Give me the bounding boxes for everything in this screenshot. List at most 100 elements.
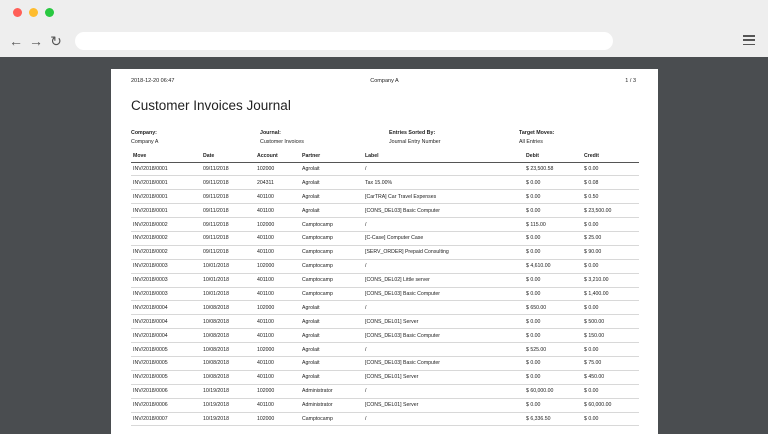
table-cell: $ 1,400.00 xyxy=(582,287,639,302)
column-header: Credit xyxy=(582,150,639,163)
table-cell: $ 650.00 xyxy=(524,300,582,316)
column-header: Account xyxy=(255,150,300,163)
forward-arrow-icon[interactable]: → xyxy=(28,33,44,49)
table-cell: Agrolait xyxy=(300,300,363,316)
info-target-moves: Target Moves: All Entries xyxy=(519,129,555,146)
table-cell: 10/08/2018 xyxy=(201,342,255,357)
reload-icon[interactable]: ↻ xyxy=(48,33,64,49)
table-row: INV/2018/0001 09/11/2018 401100 Agrolait [Ca… xyxy=(131,189,639,205)
hamburger-menu-icon[interactable] xyxy=(743,35,755,45)
info-label: Journal: xyxy=(260,130,281,136)
table-row: INV/2018/0003 10/01/2018 401100 Camptocamp[… xyxy=(131,287,639,302)
table-cell: $ 75.00 xyxy=(582,356,639,371)
close-window-button[interactable] xyxy=(13,8,22,17)
table-cell: [CarTRA] Car Travel Expenses xyxy=(363,189,524,205)
table-cell: INV/2018/0004 xyxy=(131,328,201,344)
info-label: Company: xyxy=(131,130,157,136)
table-cell: Agrolait xyxy=(300,175,363,191)
report-page: 2018-12-20 06:47 Company A 1 / 3 Custome… xyxy=(111,69,658,434)
table-cell: [CONS_DEL01] Server xyxy=(363,370,524,385)
table-cell: Camptocamp xyxy=(300,412,363,427)
table-cell: Agrolait xyxy=(300,189,363,205)
table-cell: [CONS_DEL02] Little server xyxy=(363,273,524,288)
table-row: INV/2018/0007 10/19/2018 102000 Camptocamp /… xyxy=(131,412,639,427)
info-value: Customer Invoices xyxy=(260,138,304,145)
table-row: INV/2018/0006 10/19/2018 401100 Administrat… xyxy=(131,398,639,413)
table-cell: $ 0.00 xyxy=(524,231,582,246)
table-row: INV/2018/0004 10/08/2018 401100 Agrolait [CO… xyxy=(131,328,639,344)
table-cell: 401100 xyxy=(255,287,300,302)
table-cell: [CONS_DEL01] Server xyxy=(363,314,524,330)
table-cell: INV/2018/0003 xyxy=(131,273,201,288)
table-cell: Agrolait xyxy=(300,328,363,344)
table-row: INV/2018/0001 09/11/2018 401100 Agrolait [CO… xyxy=(131,203,639,219)
table-row: INV/2018/0003 10/01/2018 102000 Camptocamp /… xyxy=(131,259,639,274)
table-cell: $ 25.00 xyxy=(582,231,639,246)
table-cell: $ 23,500.00 xyxy=(582,203,639,219)
table-cell: $ 0.08 xyxy=(582,175,639,191)
table-cell: 10/19/2018 xyxy=(201,398,255,413)
table-cell: $ 0.00 xyxy=(524,287,582,302)
table-cell: $ 0.00 xyxy=(524,356,582,371)
info-value: Company A xyxy=(131,138,159,145)
table-cell: INV/2018/0005 xyxy=(131,356,201,371)
table-cell: Camptocamp xyxy=(300,231,363,246)
table-cell: $ 500.00 xyxy=(582,314,639,330)
table-cell: Camptocamp xyxy=(300,259,363,274)
table-cell: [CONS_DEL01] Server xyxy=(363,398,524,413)
table-cell: $ 0.00 xyxy=(582,412,639,427)
table-cell: 401100 xyxy=(255,203,300,219)
table-cell: Agrolait xyxy=(300,356,363,371)
info-label: Target Moves: xyxy=(519,130,555,136)
table-cell: INV/2018/0004 xyxy=(131,300,201,316)
table-cell: 09/11/2018 xyxy=(201,245,255,260)
back-arrow-icon[interactable]: ← xyxy=(8,33,24,49)
table-row: INV/2018/0005 10/08/2018 102000 Agrolait / $ … xyxy=(131,342,639,357)
table-cell: Tax 15.00% xyxy=(363,175,524,191)
address-bar[interactable] xyxy=(75,32,613,50)
table-cell: INV/2018/0001 xyxy=(131,203,201,219)
info-value: Journal Entry Number xyxy=(389,138,441,145)
table-cell: $ 0.00 xyxy=(582,217,639,232)
table-cell: 10/01/2018 xyxy=(201,273,255,288)
table-cell: / xyxy=(363,259,524,274)
table-cell: $ 6,336.50 xyxy=(524,412,582,427)
table-cell: 09/11/2018 xyxy=(201,162,255,177)
table-cell: [CONS_DEL03] Basic Computer xyxy=(363,287,524,302)
table-row: INV/2018/0005 10/08/2018 401100 Agrolait [CO… xyxy=(131,370,639,385)
table-cell: Camptocamp xyxy=(300,273,363,288)
page-number: 1 / 3 xyxy=(625,78,636,84)
table-cell: $ 0.00 xyxy=(524,328,582,344)
minimize-window-button[interactable] xyxy=(29,8,38,17)
maximize-window-button[interactable] xyxy=(45,8,54,17)
header-company: Company A xyxy=(370,78,399,84)
table-cell: $ 525.00 xyxy=(524,342,582,357)
table-body: INV/2018/0001 09/11/2018 102000 Agrolait / $ … xyxy=(131,162,639,427)
page-viewport: 2018-12-20 06:47 Company A 1 / 3 Custome… xyxy=(0,57,768,434)
table-row: INV/2018/0002 09/11/2018 102000 Camptocamp /… xyxy=(131,217,639,232)
table-cell: $ 0.00 xyxy=(524,314,582,330)
table-cell: $ 0.00 xyxy=(582,162,639,177)
table-cell: [CONS_DEL03] Basic Computer xyxy=(363,328,524,344)
table-cell: $ 0.50 xyxy=(582,189,639,205)
table-cell: INV/2018/0005 xyxy=(131,342,201,357)
table-cell: / xyxy=(363,384,524,399)
table-cell: 401100 xyxy=(255,370,300,385)
table-cell: $ 0.00 xyxy=(524,370,582,385)
table-cell: Camptocamp xyxy=(300,245,363,260)
table-cell: 10/19/2018 xyxy=(201,384,255,399)
table-cell: INV/2018/0006 xyxy=(131,384,201,399)
table-cell: INV/2018/0003 xyxy=(131,259,201,274)
table-cell: Agrolait xyxy=(300,370,363,385)
table-cell: $ 0.00 xyxy=(582,259,639,274)
table-row: INV/2018/0002 09/11/2018 401100 Camptocamp[… xyxy=(131,231,639,246)
table-cell: $ 60,000.00 xyxy=(524,384,582,399)
table-cell: $ 450.00 xyxy=(582,370,639,385)
table-cell: INV/2018/0003 xyxy=(131,287,201,302)
table-cell: INV/2018/0006 xyxy=(131,398,201,413)
info-value: All Entries xyxy=(519,138,543,145)
report-title: Customer Invoices Journal xyxy=(131,98,291,113)
table-cell: INV/2018/0001 xyxy=(131,189,201,205)
column-header: Debit xyxy=(524,150,582,163)
browser-chrome: ← → ↻ xyxy=(0,0,768,57)
